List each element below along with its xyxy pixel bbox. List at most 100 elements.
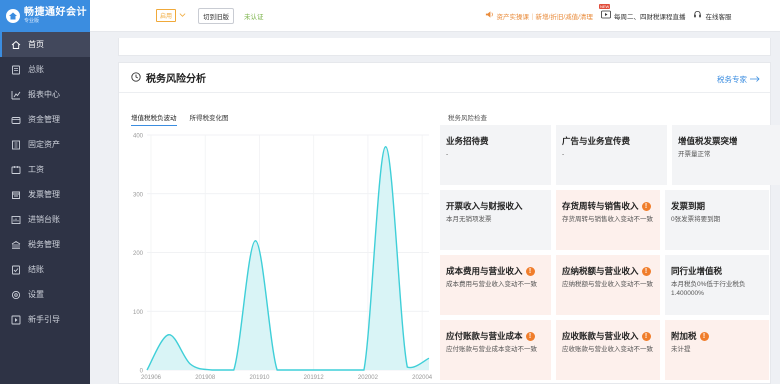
- y-tick-label: 400: [133, 134, 144, 140]
- sidebar-item-label: 进销台账: [28, 215, 60, 224]
- sidebar-item-settings[interactable]: 设置: [0, 282, 90, 307]
- risk-tile[interactable]: 应付账款与营业成本! 应付账款与营业成本变动不一致: [440, 320, 551, 380]
- risk-tile-desc: 本月无销项发票: [446, 216, 492, 223]
- sidebar-item-inventory[interactable]: 进销台账: [0, 207, 90, 232]
- risk-row: 应付账款与营业成本! 应付账款与营业成本变动不一致 应收账款与营业收入! 应收账款与营…: [440, 320, 774, 380]
- upper-card: [118, 38, 771, 56]
- alert-icon: !: [641, 266, 651, 276]
- salary-icon: [11, 165, 21, 175]
- risk-tile[interactable]: 增值税发票突增开票量正常: [672, 125, 780, 185]
- sidebar-item-report[interactable]: 报表中心: [0, 82, 90, 107]
- settings-icon: [11, 290, 21, 300]
- home-icon: [11, 40, 21, 50]
- sidebar-item-salary[interactable]: 工资: [0, 157, 90, 182]
- top-bar: 启用 切到旧版 未认证 资产实操课｜新增/折旧/减值/清理 NEW 每周二、四财…: [90, 0, 780, 32]
- alert-icon: !: [641, 201, 651, 211]
- risk-tile-desc: 开票量正常: [678, 151, 711, 158]
- risk-tile[interactable]: 业务招待费 -: [440, 125, 551, 185]
- course-notice[interactable]: 资产实操课｜新增/折旧/减值/清理: [485, 10, 593, 21]
- risk-tile-title-text: 业务招待费: [446, 136, 489, 146]
- logo-edition: 专业版: [24, 18, 40, 24]
- risk-tile-desc: 未计提: [671, 346, 691, 353]
- app-logo[interactable]: 畅捷通好会计 专业版: [0, 0, 90, 32]
- chart-svg: 0 100 200 300 400 201906 201908 201910 201912 202…: [133, 134, 433, 382]
- close-account-icon: [11, 265, 21, 275]
- series-area: [147, 146, 429, 370]
- risk-row: 成本费用与营业收入! 成本费用与营业收入变动不一致 应纳税额与营业收入! 应纳税额与营…: [440, 255, 774, 315]
- risk-tile[interactable]: 成本费用与营业收入! 成本费用与营业收入变动不一致: [440, 255, 551, 315]
- sidebar-item-label: 报表中心: [28, 90, 60, 99]
- risk-tile[interactable]: 附加税! 未计提: [665, 320, 769, 380]
- risk-tile-title: 应付账款与营业成本!: [446, 330, 551, 342]
- risk-tile[interactable]: 同行业增值税 本月税负0%低于行业税负1.400000%: [665, 255, 769, 315]
- live-class-link[interactable]: NEW 每周二、四财税课程直播: [598, 4, 685, 21]
- chart-tabs: 增值税税负波动 所得税变化图: [131, 112, 229, 126]
- risk-tile-title-text: 开票收入与财报收入: [446, 201, 523, 211]
- sidebar-item-home[interactable]: 首页: [0, 32, 90, 57]
- risk-tile-title: 存货周转与销售收入!: [562, 200, 660, 212]
- risk-row: 业务招待费 - 广告与业务宣传费 - 增值税发票突增 开票量正常: [440, 125, 780, 185]
- tax-icon: [11, 240, 21, 250]
- headset-icon: [693, 10, 702, 21]
- sidebar-item-label: 新手引导: [28, 315, 60, 324]
- risk-tile[interactable]: 广告与业务宣传费 -: [556, 125, 667, 185]
- verify-status[interactable]: 未认证: [244, 11, 264, 21]
- guide-icon: [11, 315, 21, 325]
- tab-vat-burden[interactable]: 增值税税负波动: [131, 112, 177, 126]
- x-tick-label: 201906: [141, 375, 162, 381]
- alert-icon: !: [525, 266, 535, 276]
- sidebar-item-close-account[interactable]: 结账: [0, 257, 90, 282]
- risk-tile-title: 应纳税额与营业收入!: [562, 265, 660, 277]
- sidebar-item-label: 结账: [28, 265, 44, 274]
- switch-version-button[interactable]: 切到旧版: [198, 7, 235, 24]
- risk-tile[interactable]: 存货周转与销售收入! 存货周转与销售收入变动不一致: [556, 190, 660, 250]
- card-title: 税务风险分析: [146, 74, 206, 85]
- notice-text: 资产实操课｜新增/折旧/减值/清理: [496, 13, 593, 21]
- risk-tile[interactable]: 发票到期 0张发票将要到期: [665, 190, 769, 250]
- risk-tile-desc: -: [562, 151, 565, 158]
- risk-tile-desc: 应付账款与营业成本变动不一致: [446, 346, 537, 353]
- risk-tile-title-text: 成本费用与营业收入: [446, 266, 523, 276]
- clock-icon: [131, 71, 141, 84]
- risk-check-title: 税务风险检查: [448, 115, 487, 122]
- sidebar-item-fund[interactable]: 资金管理: [0, 107, 90, 132]
- risk-tile-title: 业务招待费: [446, 135, 551, 147]
- sidebar-item-tax[interactable]: 税务管理: [0, 232, 90, 257]
- card-header: 税务风险分析: [119, 63, 770, 93]
- x-tick-label: 201912: [304, 375, 325, 381]
- invoice-icon: [11, 190, 21, 200]
- sidebar-item-invoice[interactable]: 发票管理: [0, 182, 90, 207]
- x-tick-label: 202004: [412, 375, 433, 381]
- tab-income-tax[interactable]: 所得税变化图: [190, 112, 229, 126]
- risk-tile-title: 应收账款与营业收入!: [562, 330, 660, 342]
- sidebar-item-label: 工资: [28, 165, 44, 174]
- risk-tile-title: 成本费用与营业收入!: [446, 265, 551, 277]
- sidebar-item-label: 固定资产: [28, 140, 60, 149]
- status-select[interactable]: 启用: [156, 9, 186, 22]
- risk-tile-title: 广告与业务宣传费: [562, 135, 667, 147]
- risk-tile-title-text: 应付账款与营业成本: [446, 331, 523, 341]
- speaker-icon: [485, 10, 494, 21]
- risk-tile-title-text: 发票到期: [671, 201, 706, 211]
- sidebar-item-ledger[interactable]: 总账: [0, 57, 90, 82]
- logo-icon: [6, 9, 20, 23]
- status-tag: 启用: [156, 9, 177, 22]
- alert-icon: !: [525, 331, 535, 341]
- risk-tile-title: 发票到期: [671, 200, 769, 212]
- sidebar-item-asset[interactable]: 固定资产: [0, 132, 90, 157]
- risk-tile[interactable]: 开票收入与财报收入 本月无销项发票: [440, 190, 551, 250]
- risk-tile-desc: 0张发票将要到期: [671, 216, 721, 223]
- video-icon: [601, 10, 611, 21]
- risk-tile[interactable]: 应收账款与营业收入! 应收账款与营业收入变动不一致: [556, 320, 660, 380]
- risk-tile[interactable]: 应纳税额与营业收入! 应纳税额与营业收入变动不一致: [556, 255, 660, 315]
- tax-expert-link[interactable]: 税务专家: [717, 74, 760, 85]
- online-service[interactable]: 在线客服: [693, 10, 731, 21]
- sidebar-item-label: 首页: [28, 40, 44, 49]
- risk-tile-title: 同行业增值税: [671, 265, 769, 277]
- alert-icon: !: [641, 331, 651, 341]
- x-tick-label: 202002: [358, 375, 379, 381]
- risk-tile-desc: 应纳税额与营业收入变动不一致: [562, 281, 653, 288]
- risk-tile-title: 增值税发票突增: [678, 135, 780, 147]
- sidebar-item-guide[interactable]: 新手引导: [0, 307, 90, 332]
- risk-tile-desc: 存货周转与销售收入变动不一致: [562, 216, 653, 223]
